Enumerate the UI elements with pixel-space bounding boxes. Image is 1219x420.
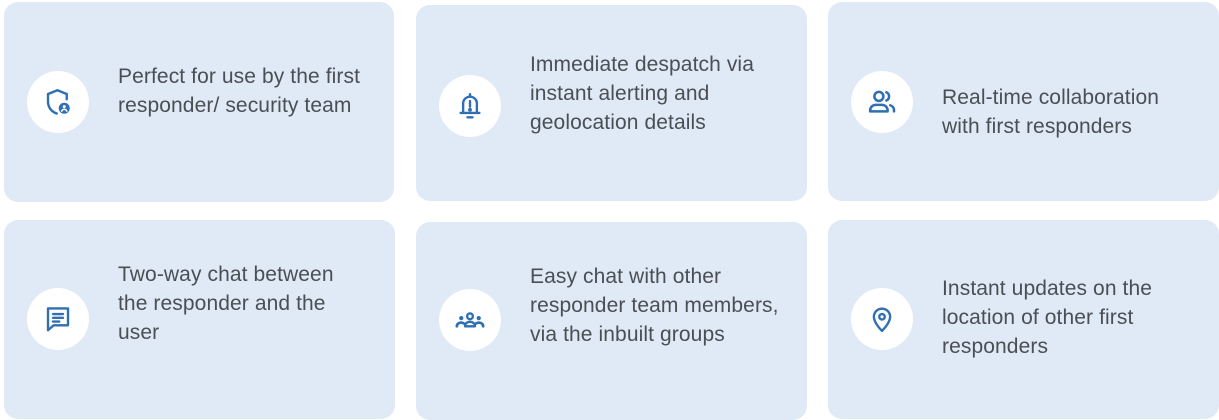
feature-card-first-responder: Perfect for use by the first responder/ … [4, 2, 394, 202]
icon-badge [439, 289, 501, 351]
icon-badge [27, 71, 89, 133]
location-pin-icon [872, 307, 892, 333]
feature-card-group-chat: Easy chat with other responder team memb… [416, 222, 807, 420]
bell-alert-icon [459, 92, 481, 119]
icon-badge [851, 71, 913, 133]
feature-text: Two-way chat between the responder and t… [118, 263, 334, 344]
feature-card-collaboration: Real-time collaboration with first respo… [828, 2, 1219, 201]
group-icon [455, 312, 485, 328]
feature-text: Perfect for use by the first responder/ … [118, 65, 361, 117]
users-icon [868, 90, 896, 113]
feature-text: Real-time collaboration with first respo… [942, 86, 1160, 138]
chat-message-icon [46, 307, 70, 332]
feature-card-location-updates: Instant updates on the location of other… [828, 220, 1219, 419]
icon-badge [27, 288, 89, 350]
feature-card-two-way-chat: Two-way chat between the responder and t… [4, 220, 395, 419]
feature-text: Immediate despatch via instant alerting … [530, 53, 754, 134]
feature-text: Easy chat with other responder team memb… [530, 265, 779, 346]
shield-user-icon [46, 89, 70, 115]
icon-badge [439, 75, 501, 137]
feature-card-despatch: Immediate despatch via instant alerting … [416, 5, 807, 201]
icon-badge [851, 288, 913, 350]
feature-text: Instant updates on the location of other… [942, 277, 1153, 358]
